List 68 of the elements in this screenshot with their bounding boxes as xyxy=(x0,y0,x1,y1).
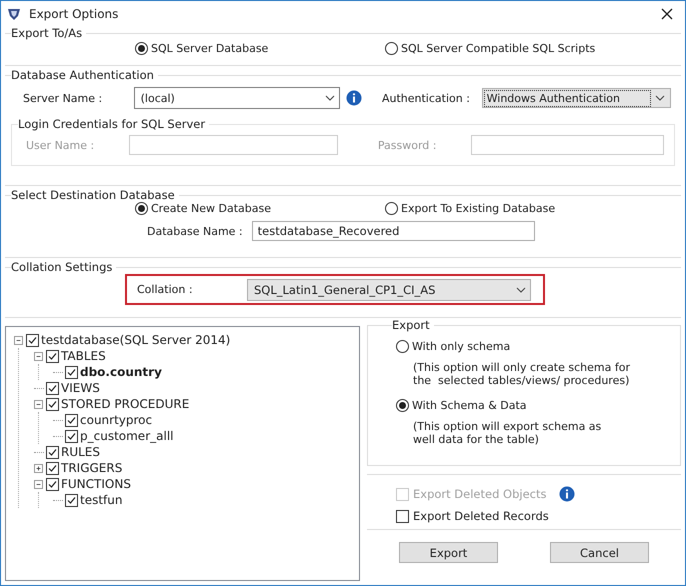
tree-item[interactable]: FUNCTIONS xyxy=(61,477,131,491)
checkbox[interactable] xyxy=(65,366,78,378)
server-name-dropdown[interactable]: (local) xyxy=(134,87,340,109)
group-label: Collation Settings xyxy=(11,260,114,274)
radio-option[interactable]: With Schema & Data xyxy=(396,399,670,412)
group-label: Select Destination Database xyxy=(11,188,176,202)
checkbox[interactable] xyxy=(65,414,78,426)
checkbox[interactable] xyxy=(46,462,59,474)
tree-item[interactable]: VIEWS xyxy=(61,381,100,395)
caret-icon[interactable] xyxy=(324,95,335,101)
checkbox[interactable] xyxy=(46,382,59,394)
authentication-dropdown[interactable]: Windows Authentication xyxy=(482,88,671,108)
tree-item[interactable]: testdatabase(SQL Server 2014) xyxy=(41,333,230,347)
checkbox[interactable] xyxy=(46,446,59,458)
collapse-icon[interactable] xyxy=(34,480,43,488)
info-icon[interactable] xyxy=(346,90,362,106)
checkbox-option[interactable]: Export Deleted Records xyxy=(396,509,549,523)
radio-button[interactable] xyxy=(396,340,409,353)
close-icon[interactable] xyxy=(661,8,673,20)
checkbox[interactable] xyxy=(46,398,59,410)
group-label: Export To/As xyxy=(11,26,84,40)
group-label: Export xyxy=(392,318,431,332)
radio-button[interactable] xyxy=(385,42,398,55)
radio-option[interactable]: Create New Database xyxy=(135,202,385,215)
collation-dropdown[interactable]: SQL_Latin1_General_CP1_CI_AS xyxy=(247,278,531,300)
database-name-field[interactable]: testdatabase_Recovered xyxy=(252,221,535,241)
tree-item[interactable]: counrtyproc xyxy=(80,413,152,427)
checkbox[interactable] xyxy=(46,478,59,490)
tree-item[interactable]: STORED PROCEDURE xyxy=(61,397,190,411)
tree-item[interactable]: p_customer_alll xyxy=(80,429,174,443)
tree-item[interactable]: dbo.country xyxy=(80,365,162,379)
field-label: Authentication : xyxy=(382,92,471,104)
collapse-icon[interactable] xyxy=(14,336,23,344)
checkbox[interactable] xyxy=(396,510,409,522)
checkbox[interactable] xyxy=(65,494,78,506)
caret-icon[interactable] xyxy=(655,95,665,101)
checkbox[interactable] xyxy=(26,334,39,346)
field-label: Server Name : xyxy=(23,92,104,104)
collapse-icon[interactable] xyxy=(34,400,43,408)
radio-option[interactable]: Export To Existing Database xyxy=(385,202,556,215)
radio-button[interactable] xyxy=(135,202,148,215)
expand-icon[interactable] xyxy=(34,464,43,472)
group-label: Database Authentication xyxy=(11,68,155,82)
cancel-button[interactable]: Cancel xyxy=(550,542,649,563)
export-button[interactable]: Export xyxy=(399,542,498,563)
radio-option[interactable]: SQL Server Database xyxy=(135,42,385,55)
window-title: Export Options xyxy=(29,6,120,20)
collapse-icon[interactable] xyxy=(34,352,43,360)
field-label: Collation : xyxy=(137,283,194,296)
checkbox[interactable] xyxy=(46,350,59,362)
tree-item[interactable]: TABLES xyxy=(61,349,106,363)
radio-option[interactable]: With only schema xyxy=(396,340,670,353)
radio-button[interactable] xyxy=(385,202,398,215)
caret-icon[interactable] xyxy=(516,286,526,292)
field-label: Password : xyxy=(378,138,438,152)
shield-logo-icon xyxy=(7,6,21,20)
radio-option[interactable]: SQL Server Compatible SQL Scripts xyxy=(385,42,596,55)
checkbox[interactable] xyxy=(65,430,78,442)
radio-button[interactable] xyxy=(396,399,409,412)
field-label: User Name : xyxy=(25,138,96,152)
option-description: (This option will export schema as well data for the table) xyxy=(413,420,602,446)
tree-item[interactable]: RULES xyxy=(61,445,100,459)
radio-button[interactable] xyxy=(135,42,148,55)
option-description: (This option will only create schema for the selected tables/views/ procedures) xyxy=(413,361,631,387)
group-label: Login Credentials for SQL Server xyxy=(18,117,206,131)
field-label: Database Name : xyxy=(147,224,243,238)
tree-item[interactable]: testfun xyxy=(80,493,122,507)
tree-item[interactable]: TRIGGERS xyxy=(61,461,122,475)
